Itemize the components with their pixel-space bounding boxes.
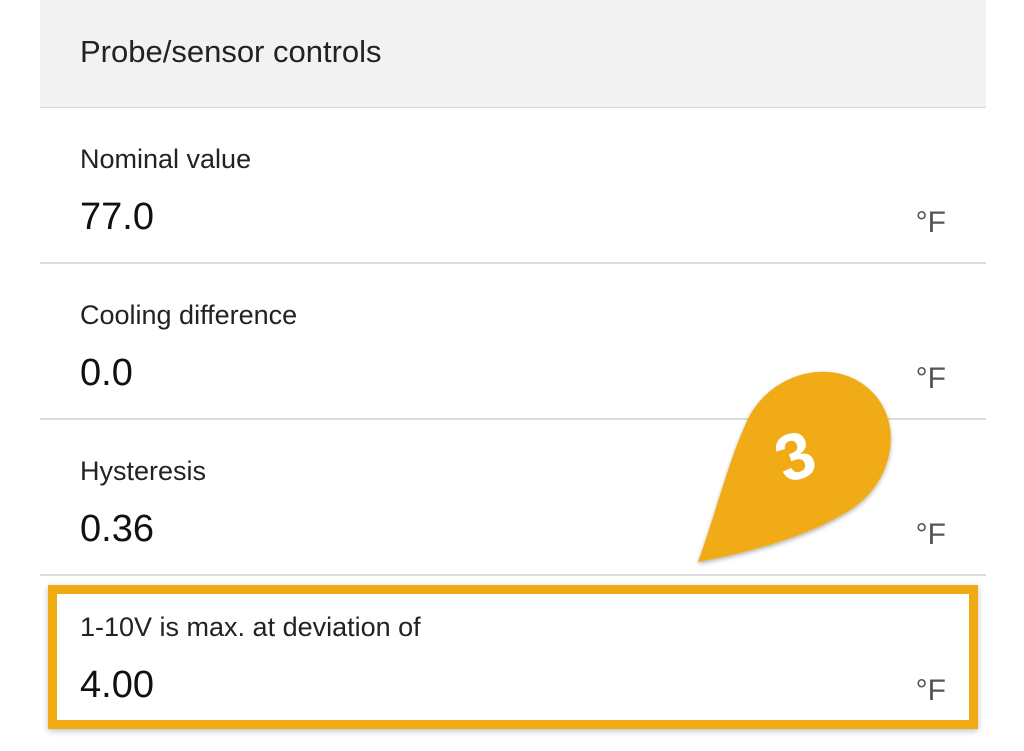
setting-value[interactable]: 0.0 (80, 352, 133, 395)
setting-value[interactable]: 0.36 (80, 508, 154, 551)
setting-label: Nominal value (80, 144, 252, 174)
setting-row-deviation[interactable]: 1-10V is max. at deviation of 4.00 °F (40, 576, 986, 732)
setting-label: Hysteresis (80, 456, 207, 486)
setting-unit: °F (915, 674, 946, 707)
panel-title: Probe/sensor controls (80, 34, 382, 69)
setting-label: Cooling difference (80, 300, 298, 330)
setting-value[interactable]: 4.00 (80, 664, 154, 707)
setting-unit: °F (915, 362, 946, 395)
panel-header: Probe/sensor controls (40, 0, 986, 108)
setting-row-nominal-value[interactable]: Nominal value 77.0 °F (40, 108, 986, 264)
setting-value[interactable]: 77.0 (80, 196, 154, 239)
setting-label: 1-10V is max. at deviation of (80, 612, 421, 642)
setting-unit: °F (915, 518, 946, 551)
setting-unit: °F (915, 206, 946, 239)
